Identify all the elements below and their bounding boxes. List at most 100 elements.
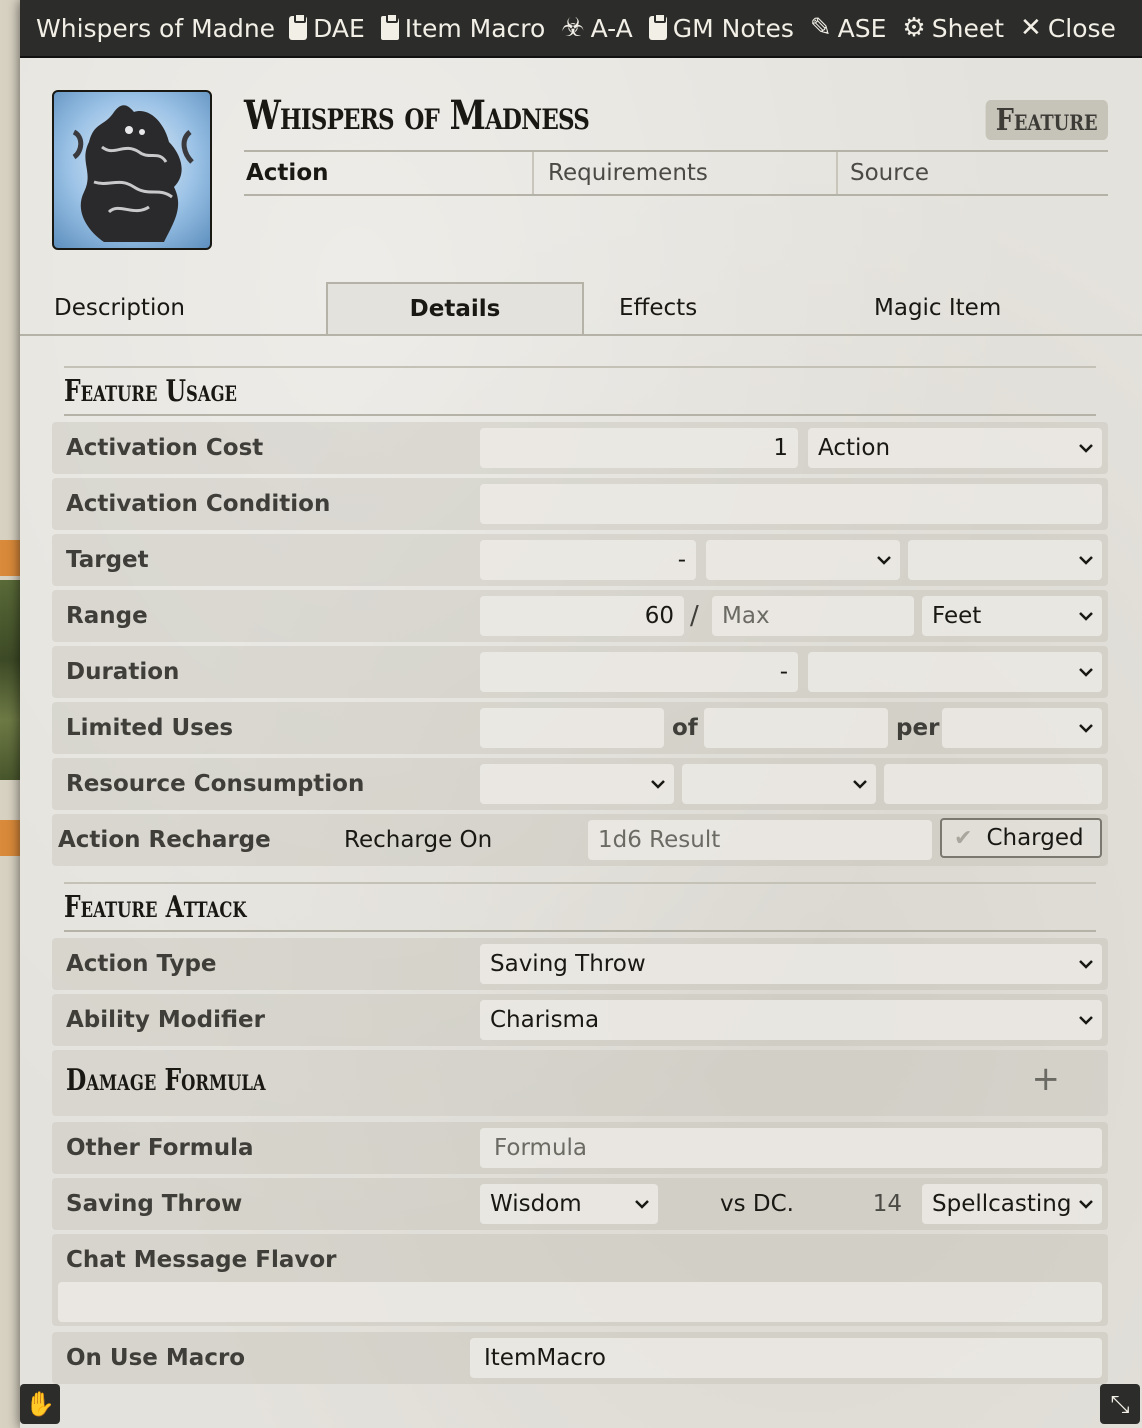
chat-flavor-input[interactable] (58, 1282, 1102, 1322)
range-units-select[interactable]: Feet (922, 596, 1102, 636)
save-ability-select[interactable]: Wisdom (480, 1184, 658, 1224)
chevron-down-icon (635, 1200, 649, 1209)
chevron-down-icon (877, 556, 891, 565)
uses-per-label: per (896, 715, 940, 741)
automated-animations-button[interactable]: ☣ A-A (561, 14, 632, 43)
activation-cost-label: Activation Cost (66, 435, 264, 461)
activation-cost-input[interactable]: 1 (480, 428, 798, 468)
action-type-row: Action Type Saving Throw (52, 938, 1108, 990)
damage-formula-heading: Damage Formula (66, 1062, 266, 1098)
activation-summary: Action (244, 152, 534, 194)
tab-details[interactable]: Details (326, 282, 584, 334)
shadow-creature-icon (72, 105, 194, 242)
magic-wand-icon: ✎ (809, 13, 832, 43)
uses-max-input[interactable] (704, 708, 888, 748)
item-sheet-window: Whispers of Madne DAE Item Macro ☣ A-A G… (20, 0, 1142, 1428)
target-type-select[interactable] (908, 540, 1102, 580)
other-formula-input[interactable]: Formula (480, 1128, 1102, 1168)
dae-button[interactable]: DAE (289, 13, 365, 43)
chevron-down-icon (651, 780, 665, 789)
activation-cost-row: Activation Cost 1 Action (52, 422, 1108, 474)
item-macro-label: Item Macro (404, 13, 546, 43)
close-icon: ✕ (1020, 13, 1042, 43)
recharge-value-input[interactable]: 1d6 Result (588, 820, 932, 860)
chevron-down-icon (853, 780, 867, 789)
ability-modifier-value: Charisma (490, 1007, 600, 1033)
details-panel: Feature Usage Activation Cost 1 Action A… (20, 336, 1142, 1386)
plus-icon[interactable]: + (1032, 1062, 1061, 1096)
action-recharge-row: Action Recharge Recharge On 1d6 Result ✔… (52, 814, 1108, 866)
ase-button[interactable]: ✎ ASE (810, 14, 887, 43)
sheet-tabs: Description Details Effects Magic Item (20, 282, 1142, 336)
activation-condition-row: Activation Condition (52, 478, 1108, 530)
chevron-down-icon (1079, 1016, 1093, 1025)
uses-value-input[interactable] (480, 708, 664, 748)
hand-icon[interactable]: ✋ (20, 1384, 60, 1424)
resize-handle-icon[interactable]: ⤡ (1100, 1384, 1140, 1424)
dae-label: DAE (313, 13, 365, 43)
close-label: Close (1047, 13, 1116, 43)
item-macro-button[interactable]: Item Macro (380, 13, 546, 43)
damage-formula-header: Damage Formula + (52, 1050, 1108, 1116)
duration-value-input[interactable]: - (480, 652, 798, 692)
on-use-macro-label: On Use Macro (66, 1345, 246, 1371)
feature-attack-heading: Feature Attack (64, 882, 1096, 932)
feature-usage-heading-text: Feature Usage (64, 373, 238, 409)
sheet-label: Sheet (931, 13, 1005, 43)
item-type-badge: Feature (985, 100, 1108, 140)
tab-magic-item[interactable]: Magic Item (874, 282, 1001, 334)
action-type-select[interactable]: Saving Throw (480, 944, 1102, 984)
consume-target-select[interactable] (682, 764, 876, 804)
close-button[interactable]: ✕ Close (1020, 14, 1116, 43)
item-summary: Action Requirements Source (244, 150, 1108, 196)
target-units-select[interactable] (706, 540, 900, 580)
range-row: Range 60 / Max Feet (52, 590, 1108, 642)
sheet-config-button[interactable]: ⚙ Sheet (902, 14, 1004, 43)
activation-type-select[interactable]: Action (808, 428, 1102, 468)
ability-modifier-row: Ability Modifier Charisma (52, 994, 1108, 1046)
chat-flavor-label: Chat Message Flavor (66, 1247, 337, 1273)
tab-description[interactable]: Description (54, 282, 185, 334)
saving-throw-label: Saving Throw (66, 1191, 243, 1217)
gm-notes-button[interactable]: GM Notes (648, 13, 794, 43)
range-max-input[interactable]: Max (712, 596, 914, 636)
aa-label: A-A (590, 13, 633, 43)
source-field[interactable]: Source (838, 152, 1108, 194)
consume-type-select[interactable] (480, 764, 674, 804)
ase-label: ASE (837, 13, 887, 43)
recharge-charged-checkbox[interactable]: ✔ Charged (940, 818, 1102, 858)
range-separator: / (690, 601, 699, 631)
other-formula-label: Other Formula (66, 1135, 254, 1161)
ability-modifier-label: Ability Modifier (66, 1007, 265, 1033)
range-value-input[interactable]: 60 (480, 596, 684, 636)
uses-per-select[interactable] (942, 708, 1102, 748)
ability-modifier-select[interactable]: Charisma (480, 1000, 1102, 1040)
on-use-macro-input[interactable]: ItemMacro (470, 1338, 1102, 1378)
save-dc-input[interactable]: 14 (832, 1184, 912, 1224)
action-recharge-label: Action Recharge (58, 827, 271, 853)
item-image[interactable] (52, 90, 212, 250)
activation-condition-input[interactable] (480, 484, 1102, 524)
resource-consumption-label: Resource Consumption (66, 771, 365, 797)
chevron-down-icon (1079, 724, 1093, 733)
range-label: Range (66, 603, 148, 629)
limited-uses-label: Limited Uses (66, 715, 234, 741)
item-name[interactable]: Whispers of Madness (244, 92, 834, 139)
uses-of-label: of (672, 715, 698, 741)
requirements-field[interactable]: Requirements (534, 152, 838, 194)
duration-units-select[interactable] (808, 652, 1102, 692)
target-row: Target - (52, 534, 1108, 586)
window-header[interactable]: Whispers of Madne DAE Item Macro ☣ A-A G… (20, 0, 1142, 58)
save-scaling-select[interactable]: Spellcasting (922, 1184, 1102, 1224)
charged-label: Charged (986, 825, 1084, 851)
chevron-down-icon (1079, 1200, 1093, 1209)
chevron-down-icon (1079, 444, 1093, 453)
activation-type-value: Action (818, 435, 891, 461)
backdrop-marker (0, 540, 20, 576)
tab-effects[interactable]: Effects (619, 282, 697, 334)
consume-amount-input[interactable] (884, 764, 1102, 804)
duration-row: Duration - (52, 646, 1108, 698)
biohazard-icon: ☣ (561, 13, 585, 43)
target-value-input[interactable]: - (480, 540, 696, 580)
activation-condition-label: Activation Condition (66, 491, 331, 517)
